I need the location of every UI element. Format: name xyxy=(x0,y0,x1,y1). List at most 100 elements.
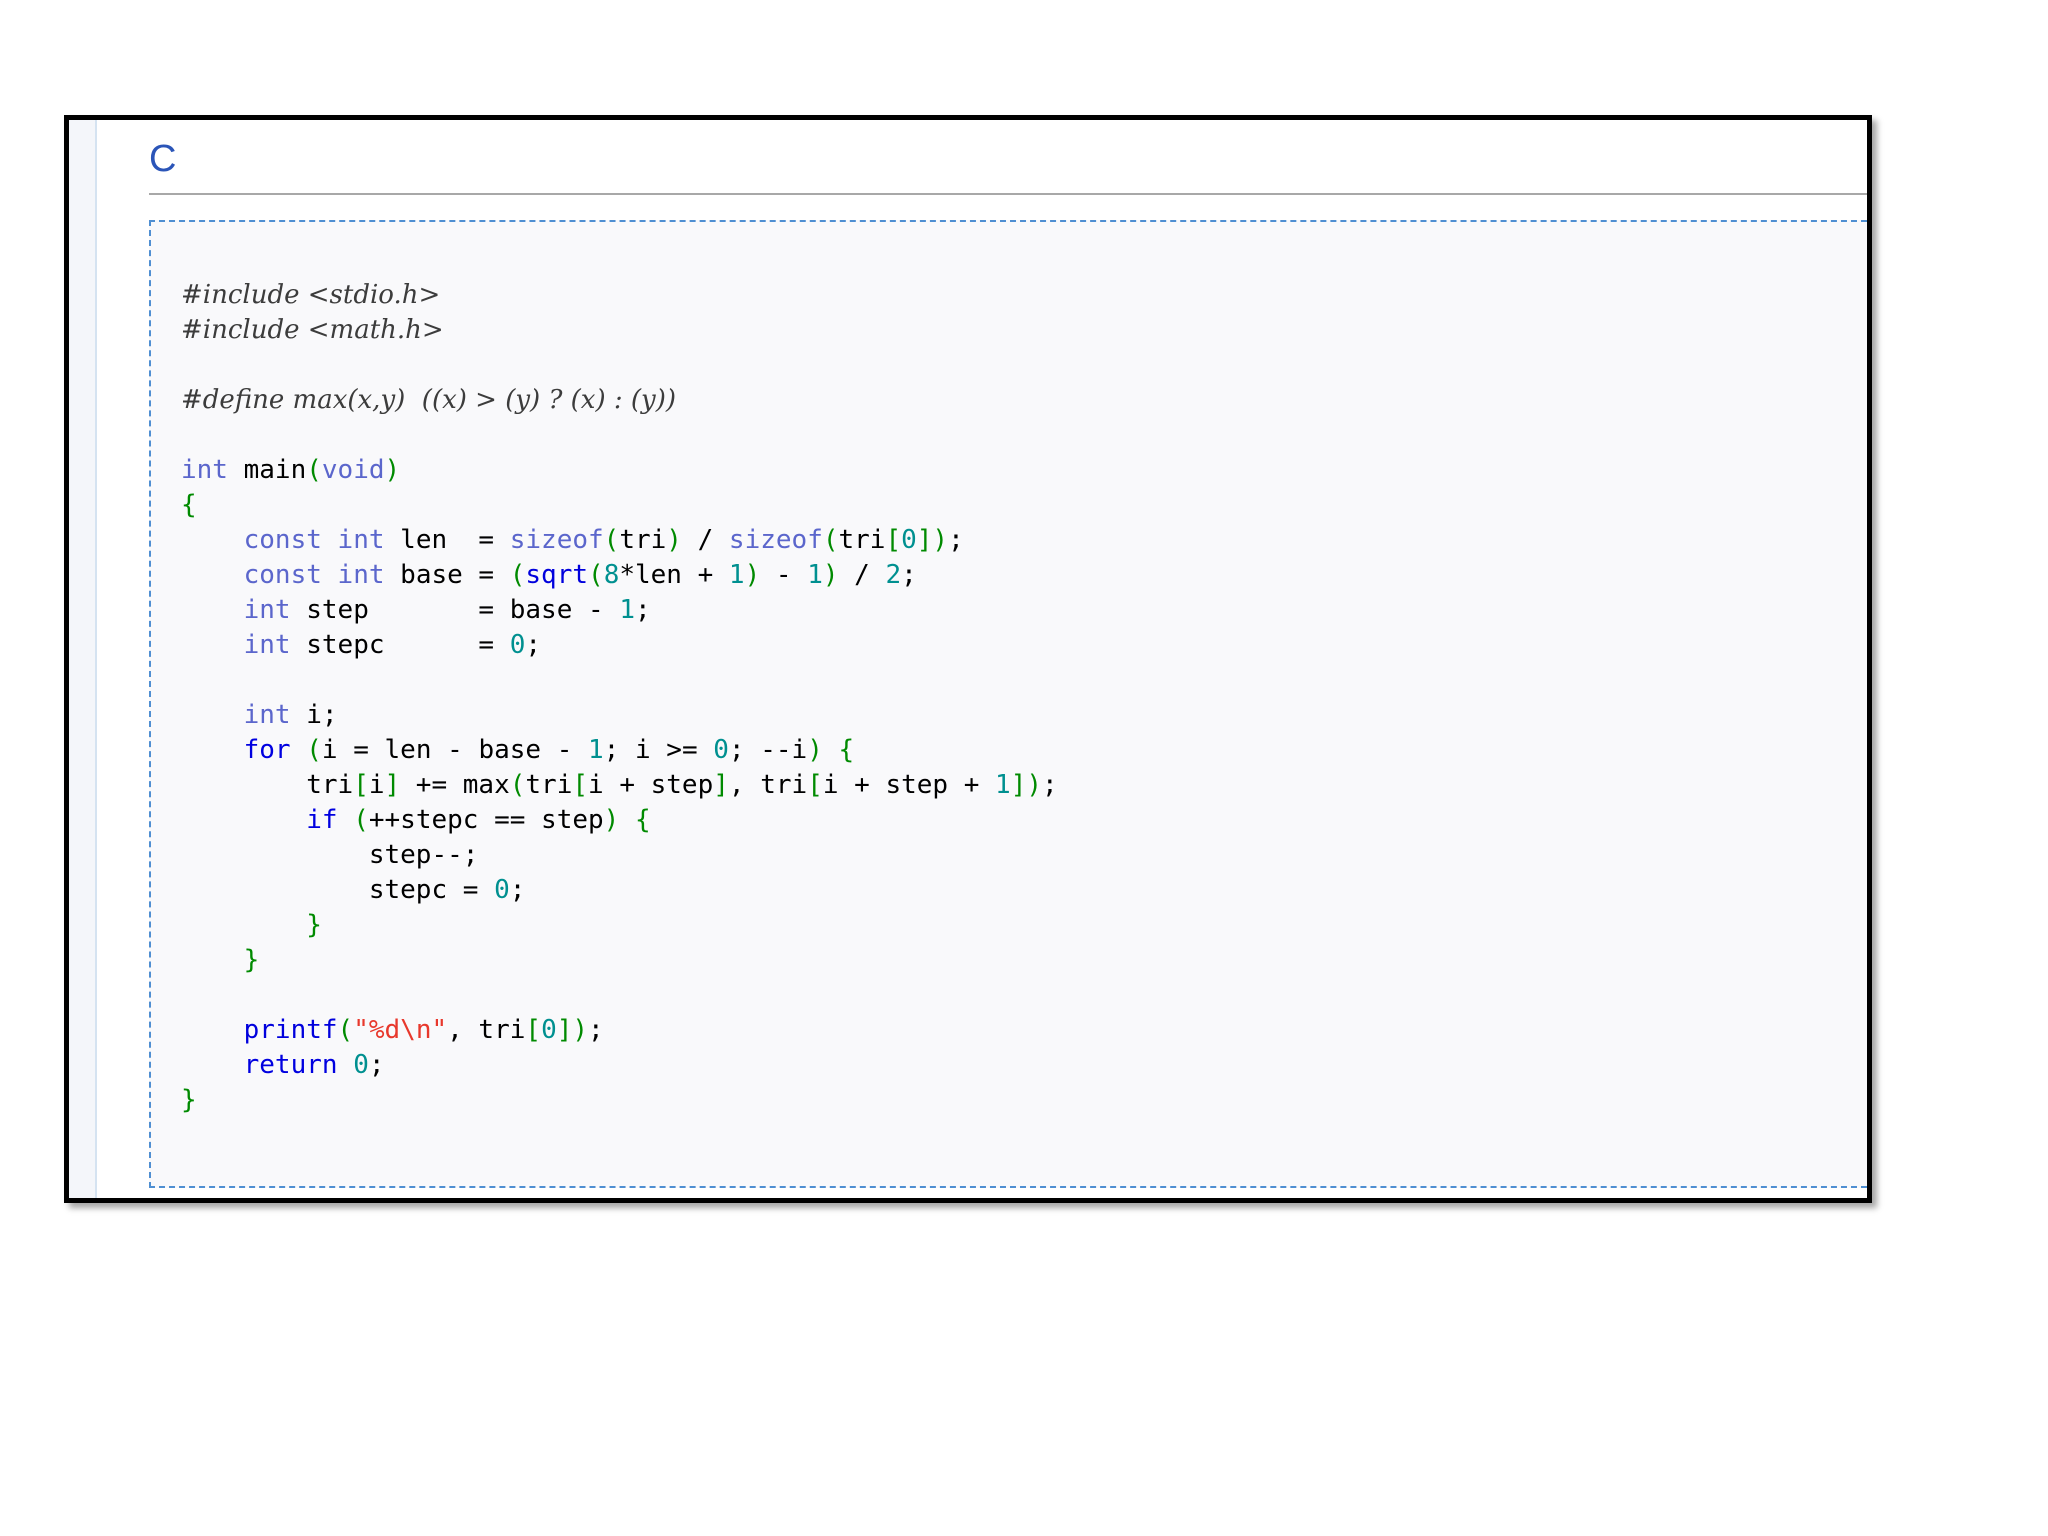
code-token: - xyxy=(760,560,808,590)
code-token: { xyxy=(181,490,197,520)
code-line: return 0; xyxy=(181,1048,1058,1083)
code-token: 0 xyxy=(353,1050,369,1080)
code-line: #define max(x,y) ((x) > (y) ? (x) : (y)) xyxy=(181,383,1058,418)
code-token: ; xyxy=(509,875,526,905)
code-token: i; xyxy=(290,700,338,730)
code-line: stepc = 0; xyxy=(181,873,1058,908)
code-token: void xyxy=(321,455,385,485)
code-token: ( xyxy=(509,560,526,590)
code-token: int xyxy=(243,700,291,730)
code-line: #include <stdio.h> xyxy=(181,278,1058,313)
code-token: ; xyxy=(901,560,917,590)
code-block: #include <stdio.h> #include <math.h> #defi… xyxy=(149,220,1867,1188)
code-token: ) xyxy=(822,560,839,590)
code-token: tri xyxy=(181,770,354,800)
code-token: tri xyxy=(619,525,667,555)
code-token: ; xyxy=(1042,770,1058,800)
code-token: sqrt xyxy=(525,560,589,590)
code-token: 2 xyxy=(885,560,902,590)
code-token: ; i >= xyxy=(603,735,714,765)
code-token: } xyxy=(306,910,322,940)
code-token: ] xyxy=(713,770,729,800)
code-token: 1 xyxy=(995,770,1011,800)
code-token: } xyxy=(181,1085,197,1115)
code-token: ] xyxy=(384,770,401,800)
code-token: ; xyxy=(368,1050,385,1080)
code-token: const int xyxy=(243,560,385,590)
code-line: printf("%d\n", tri[0]); xyxy=(181,1013,1058,1048)
code-token: i xyxy=(368,770,385,800)
title-divider xyxy=(149,193,1867,195)
code-token: ) xyxy=(666,525,682,555)
code-token: i + step + xyxy=(822,770,996,800)
code-token: ( xyxy=(603,525,620,555)
code-token: i = len - base - xyxy=(321,735,589,765)
code-token: ) xyxy=(603,805,620,835)
code-line: int main(void) xyxy=(181,453,1058,488)
code-token: i + step xyxy=(588,770,714,800)
code-token: sizeof xyxy=(728,525,823,555)
code-token: { xyxy=(634,805,651,835)
code-token: #include <stdio.h> xyxy=(181,280,441,310)
code-line: const int len = sizeof(tri) / sizeof(tri… xyxy=(181,523,1058,558)
code-token: 0 xyxy=(509,630,526,660)
code-token: / xyxy=(681,525,729,555)
code-token: / xyxy=(838,560,886,590)
code-token: 8 xyxy=(603,560,620,590)
code-token: ; xyxy=(588,1015,604,1045)
code-token: stepc = xyxy=(181,875,495,905)
code-token: ( xyxy=(588,560,604,590)
code-token: [ xyxy=(572,770,589,800)
code-token: main xyxy=(227,455,307,485)
code-token: { xyxy=(838,735,855,765)
code-token: ]) xyxy=(1010,770,1042,800)
code-token: ) xyxy=(744,560,761,590)
code-line: tri[i] += max(tri[i + step], tri[i + ste… xyxy=(181,768,1058,803)
code-token: #define max(x,y) ((x) > (y) ? (x) : (y)) xyxy=(181,385,677,415)
code-token: += max xyxy=(400,770,510,800)
code-token: if xyxy=(306,805,338,835)
source-code: #include <stdio.h> #include <math.h> #defi… xyxy=(181,278,1058,1118)
code-token: *len + xyxy=(619,560,729,590)
code-line: int i; xyxy=(181,698,1058,733)
code-token: sizeof xyxy=(509,525,604,555)
code-token: int xyxy=(181,455,228,485)
code-token: } xyxy=(243,945,260,975)
code-line: for (i = len - base - 1; i >= 0; --i) { xyxy=(181,733,1058,768)
code-token: len = xyxy=(384,525,510,555)
code-panel: C #include <stdio.h> #include <math.h> #de… xyxy=(64,115,1872,1203)
code-token: printf xyxy=(243,1015,338,1045)
code-token: tri xyxy=(838,525,886,555)
code-token: step = base - xyxy=(290,595,620,625)
code-token: 1 xyxy=(807,560,823,590)
code-line: int step = base - 1; xyxy=(181,593,1058,628)
code-token: [ xyxy=(885,525,902,555)
code-token: , tri xyxy=(447,1015,526,1045)
code-token: int xyxy=(243,630,291,660)
code-token: ) xyxy=(384,455,401,485)
code-line: } xyxy=(181,1083,1058,1118)
code-token: stepc = xyxy=(290,630,510,660)
code-token: ( xyxy=(337,1015,354,1045)
code-line: const int base = (sqrt(8*len + 1) - 1) /… xyxy=(181,558,1058,593)
code-token: 0 xyxy=(541,1015,557,1045)
code-token: , tri xyxy=(728,770,808,800)
code-token: ]) xyxy=(916,525,949,555)
panel-left-bar xyxy=(69,120,97,1198)
code-token: ( xyxy=(306,735,322,765)
